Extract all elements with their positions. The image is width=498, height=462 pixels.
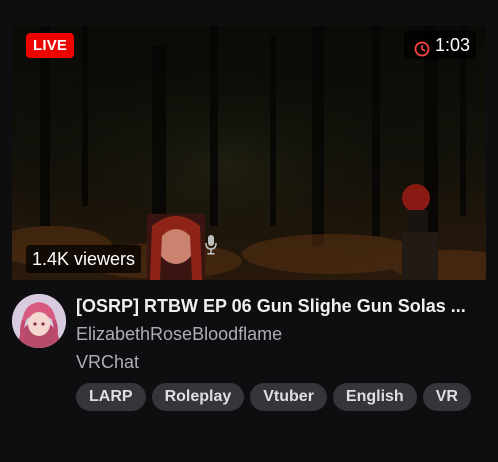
tag-vtuber[interactable]: Vtuber (250, 383, 327, 411)
viewer-count: 1.4K viewers (26, 245, 142, 273)
tag-larp[interactable]: LARP (76, 383, 146, 411)
stream-thumbnail[interactable] (12, 26, 486, 280)
tag-english[interactable]: English (332, 383, 417, 411)
stream-category[interactable]: VRChat (76, 350, 488, 374)
tag-roleplay[interactable]: Roleplay (151, 383, 245, 411)
channel-name[interactable]: ElizabethRoseBloodflame (76, 322, 488, 346)
stream-duration: 1:03 (403, 31, 476, 59)
thumbnail-scene (12, 26, 486, 280)
microphone-icon (204, 234, 218, 256)
tag-vr[interactable]: VR (422, 383, 471, 411)
tag-list: LARP Roleplay Vtuber English VR (76, 383, 488, 411)
duration-text: 1:03 (434, 35, 470, 55)
stream-title[interactable]: [OSRP] RTBW EP 06 Gun Slighe Gun Solas .… (76, 294, 486, 318)
clock-icon (414, 37, 430, 57)
channel-avatar[interactable] (12, 294, 66, 348)
stream-card: LIVE 1:03 1.4K viewers [OSRP] RTBW EP 06… (0, 0, 498, 462)
live-badge: LIVE (26, 33, 75, 58)
stream-info: [OSRP] RTBW EP 06 Gun Slighe Gun Solas .… (76, 294, 488, 411)
